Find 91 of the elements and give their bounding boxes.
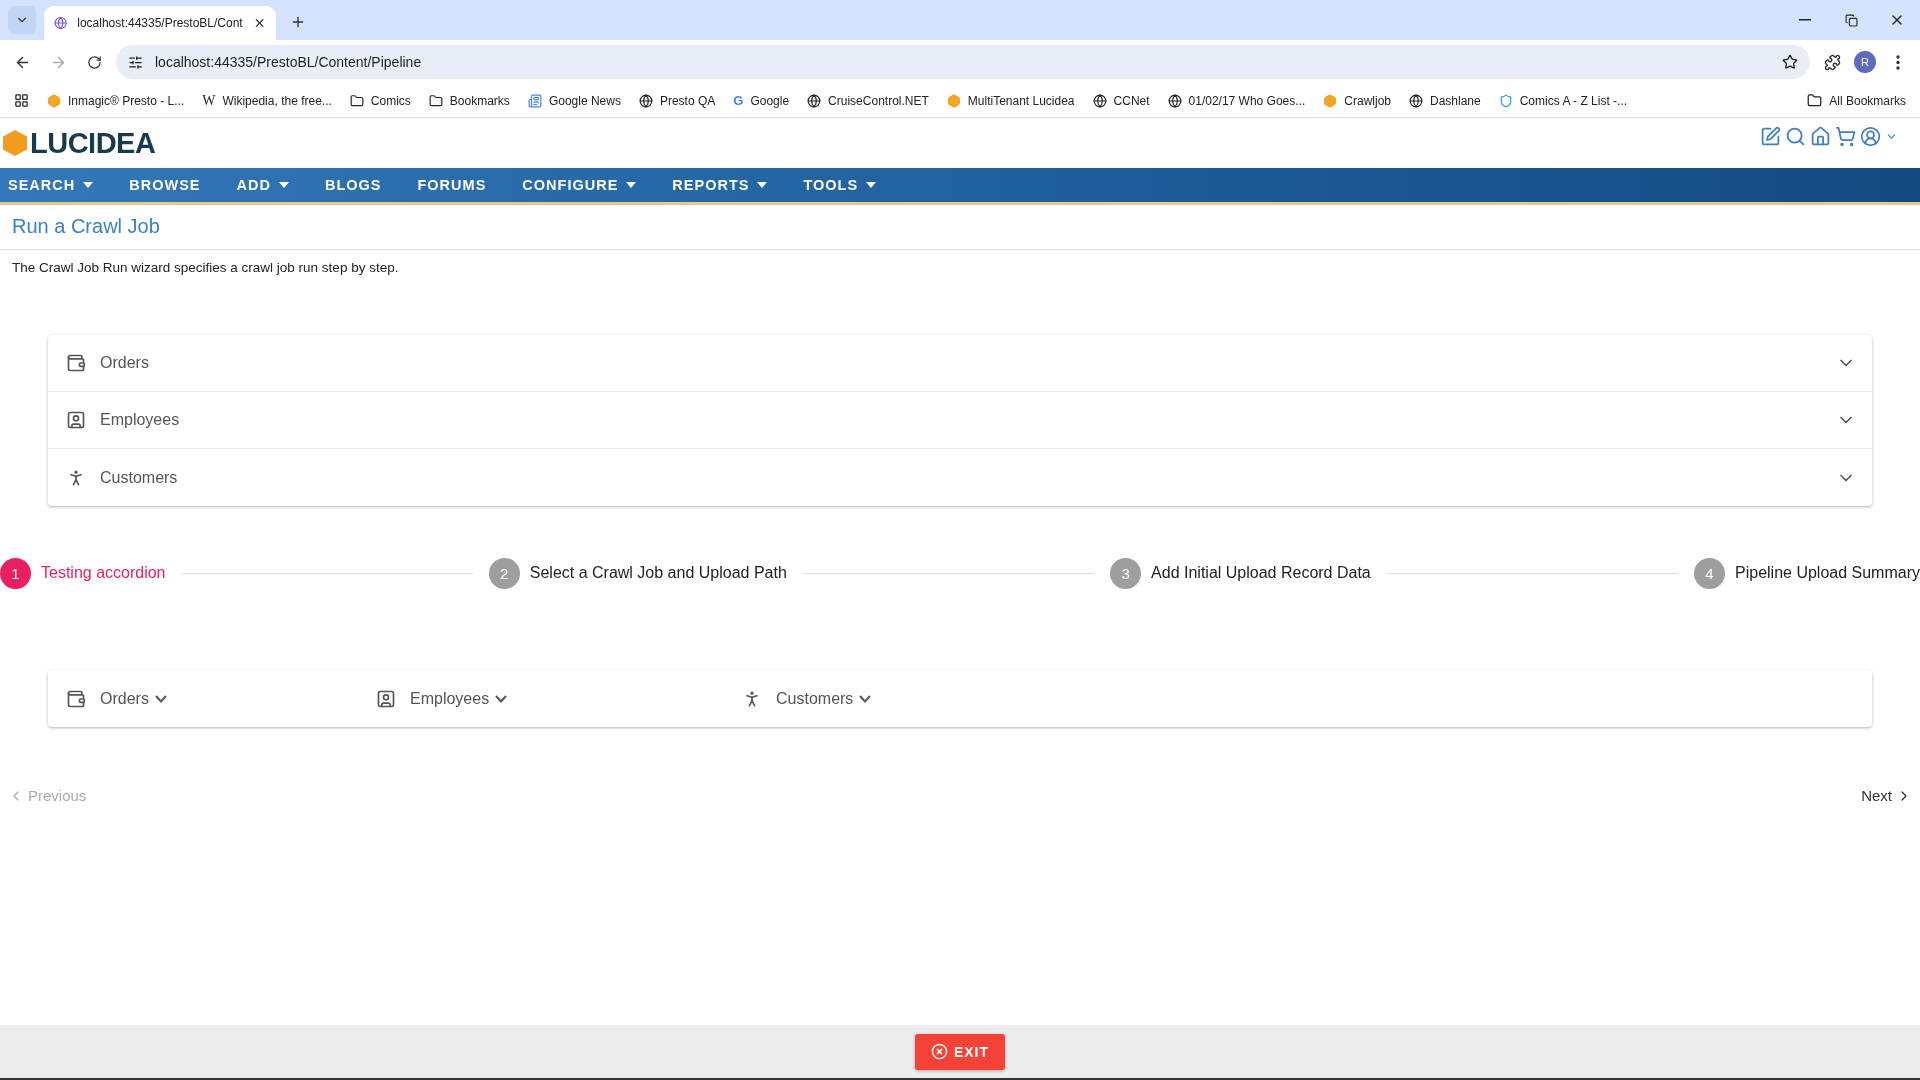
- wizard-step[interactable]: 3 Add Initial Upload Record Data: [1110, 557, 1371, 589]
- tab-title: localhost:44335/PrestoBL/Cont: [77, 16, 243, 30]
- wallet-icon: [66, 353, 86, 373]
- reload-icon: [86, 54, 102, 70]
- exit-button[interactable]: EXIT: [915, 1033, 1005, 1070]
- accordion-header[interactable]: Employees: [48, 392, 1872, 449]
- hexagon-icon: [47, 93, 61, 108]
- browser-tab[interactable]: localhost:44335/PrestoBL/Cont: [44, 6, 276, 40]
- step-number: 1: [0, 557, 31, 589]
- caret-icon: [83, 182, 94, 188]
- wizard-step[interactable]: 2 Select a Crawl Job and Upload Path: [488, 557, 787, 589]
- bookmark-link[interactable]: 01/02/17 Who Goes...: [1167, 93, 1306, 108]
- description-text: The Crawl Job Run wizard specifies a crawl job run step by step.: [12, 260, 400, 275]
- caret-icon: [757, 182, 768, 188]
- caret-icon: [866, 182, 877, 188]
- plus-icon: [290, 14, 306, 30]
- hexagon-logo-icon: [2, 129, 28, 157]
- wizard-step[interactable]: 4 Pipeline Upload Summary: [1694, 557, 1920, 589]
- home-icon[interactable]: [1810, 126, 1831, 147]
- caret-icon: [278, 182, 289, 188]
- address-bar[interactable]: localhost:44335/PrestoBL/Content/Pipeline: [116, 45, 1810, 79]
- menu-item[interactable]: Customers: [742, 688, 942, 709]
- cart-icon[interactable]: [1835, 126, 1856, 147]
- bookmark-link[interactable]: CCNet: [1092, 93, 1150, 108]
- page-title: Run a Crawl Job: [0, 205, 1920, 250]
- bookmark-link[interactable]: Comics: [349, 93, 411, 108]
- bookmark-link[interactable]: Inmagic® Presto - L...: [47, 93, 185, 108]
- globe-icon: [807, 93, 822, 108]
- next-button[interactable]: Next: [1861, 787, 1912, 804]
- site-icon: [54, 16, 68, 30]
- chevron-down-icon: [859, 694, 872, 703]
- nav-menu-item[interactable]: BROWSE: [129, 177, 201, 193]
- folder-icon: [349, 93, 364, 108]
- step-number: 4: [1694, 557, 1725, 589]
- nav-menu-item[interactable]: BLOGS: [324, 177, 382, 193]
- bookmark-link[interactable]: Dashlane: [1409, 93, 1481, 108]
- bookmark-link[interactable]: Presto QA: [638, 93, 716, 108]
- menu-item[interactable]: Employees: [376, 688, 742, 709]
- g-icon: G: [733, 93, 744, 108]
- profile-avatar[interactable]: R: [1854, 51, 1876, 73]
- url-text: localhost:44335/PrestoBL/Content/Pipeline: [155, 54, 423, 70]
- bookmark-link[interactable]: W Wikipedia, the free...: [202, 92, 332, 109]
- step-number: 2: [488, 557, 520, 589]
- nav-menu-item[interactable]: TOOLS: [803, 177, 877, 193]
- bookmark-link[interactable]: Crawljob: [1323, 93, 1391, 108]
- bookmark-link[interactable]: Google News: [527, 93, 621, 108]
- edit-icon[interactable]: [1760, 126, 1781, 147]
- apps-icon[interactable]: [14, 93, 29, 108]
- accordion-header[interactable]: Orders: [48, 335, 1872, 392]
- hexagon-icon: [1323, 93, 1338, 108]
- newspaper-icon: [527, 93, 542, 108]
- all-bookmarks-link[interactable]: All Bookmarks: [1807, 93, 1906, 108]
- account-icon[interactable]: [1860, 126, 1881, 147]
- search-icon[interactable]: [1785, 126, 1806, 147]
- shield-icon: [1498, 93, 1513, 108]
- w-icon: W: [202, 92, 216, 109]
- chevron-down-icon: [154, 694, 167, 703]
- restore-icon: [1844, 13, 1858, 27]
- bookmark-link[interactable]: Bookmarks: [428, 93, 510, 108]
- nav-menu-item[interactable]: CONFIGURE: [522, 177, 637, 193]
- bookmark-link[interactable]: G Google: [733, 93, 790, 108]
- bookmark-link[interactable]: MultiTenant Lucidea: [946, 93, 1075, 108]
- menu-icon: [1896, 54, 1900, 70]
- chevron-down-icon: [495, 694, 508, 703]
- site-settings-icon[interactable]: [128, 54, 143, 70]
- nav-menu-item[interactable]: REPORTS: [672, 177, 768, 193]
- contact-card-icon: [66, 410, 86, 430]
- star-icon[interactable]: [1782, 54, 1798, 70]
- bookmark-link[interactable]: Comics A - Z List -...: [1498, 93, 1628, 108]
- lucidea-logo[interactable]: LUCIDEA: [2, 126, 156, 160]
- circle-x-icon: [930, 1043, 948, 1060]
- globe-icon: [1167, 93, 1182, 108]
- globe-icon: [638, 93, 653, 108]
- menu-item[interactable]: Orders: [66, 688, 376, 709]
- caret-icon: [626, 182, 637, 188]
- contact-card-icon: [376, 688, 396, 709]
- folder-icon: [1807, 93, 1823, 108]
- hexagon-icon: [946, 93, 961, 108]
- nav-menu-item[interactable]: SEARCH: [8, 177, 94, 193]
- accordion-header[interactable]: Customers: [48, 449, 1872, 506]
- folder-icon: [428, 93, 443, 108]
- step-number: 3: [1110, 557, 1142, 589]
- globe-icon: [1092, 93, 1107, 108]
- minimize-icon: [1799, 19, 1811, 21]
- wizard-step[interactable]: 1 Testing accordion: [0, 557, 166, 589]
- nav-menu-item[interactable]: FORUMS: [417, 177, 487, 193]
- nav-menu-item[interactable]: ADD: [236, 177, 289, 193]
- globe-icon: [1409, 93, 1423, 108]
- puzzle-icon: [1823, 53, 1841, 71]
- wallet-icon: [66, 688, 86, 709]
- bookmark-link[interactable]: CruiseControl.NET: [807, 93, 929, 108]
